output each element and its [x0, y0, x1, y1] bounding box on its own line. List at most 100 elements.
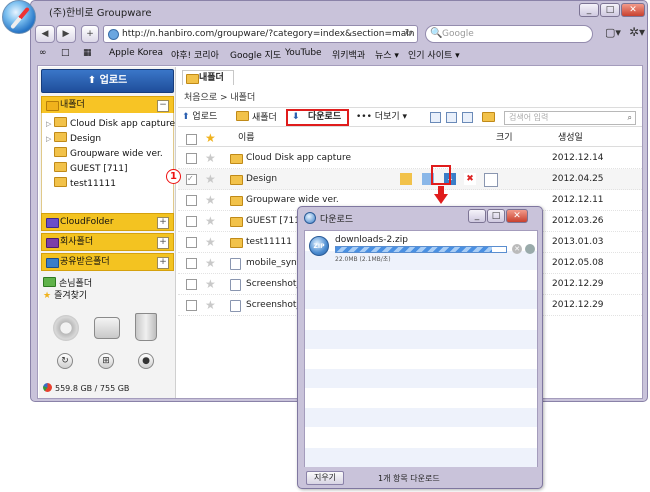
tree-item[interactable]: ▷ Design: [46, 132, 101, 146]
star-icon[interactable]: ★: [205, 295, 216, 315]
star-icon[interactable]: ★: [205, 129, 216, 147]
bookmark-youtube[interactable]: YouTube: [285, 48, 322, 58]
expand-icon[interactable]: +: [157, 217, 169, 229]
download-filename[interactable]: downloads-2.zip: [335, 235, 408, 245]
sidebar-shared-folder-header[interactable]: 공유받은폴더 +: [41, 253, 174, 271]
apple-icon[interactable]: ●: [138, 353, 154, 369]
row-name[interactable]: test11111: [246, 232, 292, 252]
minimize-button[interactable]: _: [468, 209, 486, 223]
star-icon[interactable]: ★: [205, 148, 216, 168]
view-thumbnail-icon[interactable]: [462, 112, 473, 123]
column-date[interactable]: 생성일: [558, 129, 583, 147]
bookmark-yahoo-korea[interactable]: 야후! 코리아: [171, 48, 219, 61]
star-icon: ★: [43, 291, 52, 301]
expand-icon[interactable]: +: [157, 237, 169, 249]
select-all-checkbox[interactable]: [186, 134, 197, 145]
gear-icon[interactable]: ✲▾: [629, 25, 645, 39]
forward-button[interactable]: ▶: [56, 25, 76, 43]
windows-icon[interactable]: ⊞: [98, 353, 114, 369]
collapse-icon[interactable]: −: [157, 100, 169, 112]
row-checkbox[interactable]: ✓: [186, 174, 197, 185]
row-name[interactable]: Cloud Disk app capture: [246, 148, 351, 168]
maximize-button[interactable]: □: [487, 209, 505, 223]
bookmark-popular-sites[interactable]: 인기 사이트 ▾: [408, 48, 460, 61]
row-checkbox[interactable]: [186, 237, 197, 248]
table-row[interactable]: ★ Cloud Disk app capture 2012.12.14: [178, 148, 642, 169]
upload-button[interactable]: ⬆ 업로드: [41, 69, 174, 93]
book-icon[interactable]: □: [61, 48, 70, 58]
row-name[interactable]: Screenshot_: [246, 274, 301, 294]
toolbar-upload-button[interactable]: ⬆ 업로드: [182, 111, 217, 124]
sidebar-company-folder-header[interactable]: 회사폴더 +: [41, 233, 174, 251]
star-icon[interactable]: ★: [205, 190, 216, 210]
bookmark-news[interactable]: 뉴스 ▾: [375, 48, 399, 61]
sidebar-favorites[interactable]: ★ 즐겨찾기: [43, 290, 87, 303]
download-button[interactable]: ⬇ 다운로드: [286, 109, 350, 126]
search-icon[interactable]: ⌕: [628, 112, 632, 124]
row-checkbox[interactable]: [186, 300, 197, 311]
row-name[interactable]: Screenshot_: [246, 295, 301, 315]
minimize-button[interactable]: _: [579, 3, 599, 17]
row-checkbox[interactable]: [186, 153, 197, 164]
new-folder-button[interactable]: 새폴더: [236, 111, 277, 125]
tab-my-folder[interactable]: 내폴더: [182, 70, 234, 85]
expand-icon[interactable]: +: [157, 257, 169, 269]
sync-window-icon[interactable]: [94, 317, 120, 339]
row-checkbox[interactable]: [186, 279, 197, 290]
stop-icon[interactable]: ✕: [512, 244, 522, 254]
back-button[interactable]: ◀: [35, 25, 55, 43]
tree-item[interactable]: Groupware wide ver.: [46, 147, 163, 161]
expand-arrow-icon[interactable]: ▷: [46, 132, 54, 146]
column-name[interactable]: 이름: [238, 129, 255, 147]
trash-icon[interactable]: [135, 313, 157, 341]
reading-glasses-icon[interactable]: ∞: [39, 48, 47, 58]
file-icon: [230, 279, 241, 291]
page-menu-icon[interactable]: ▢▾: [605, 26, 621, 39]
grid-icon[interactable]: ▦: [83, 48, 92, 58]
tree-item[interactable]: ▷ Cloud Disk app capture: [46, 117, 175, 131]
sync-client-icon[interactable]: ↻: [57, 353, 73, 369]
clear-button[interactable]: 지우기: [306, 471, 344, 485]
row-name[interactable]: Design: [246, 169, 277, 189]
settings-gear-icon[interactable]: [53, 315, 79, 341]
safari-icon: [304, 212, 316, 224]
tree-item[interactable]: test11111: [46, 177, 116, 191]
star-icon[interactable]: ★: [205, 169, 216, 189]
delete-icon[interactable]: ✖: [464, 173, 476, 185]
folder-menu-icon[interactable]: [482, 112, 500, 126]
sidebar-my-folder-header[interactable]: 내폴더 −: [41, 96, 174, 114]
bookmark-wikipedia[interactable]: 위키백과: [332, 48, 365, 61]
column-size[interactable]: 크기: [496, 129, 513, 147]
star-icon[interactable]: ★: [205, 274, 216, 294]
bookmark-google-maps[interactable]: Google 지도: [230, 48, 281, 61]
row-name[interactable]: mobile_sync: [246, 253, 302, 273]
properties-icon[interactable]: [484, 173, 498, 187]
close-button[interactable]: ✕: [621, 3, 645, 17]
breadcrumb[interactable]: 처음으로 > 내폴더: [184, 90, 255, 103]
row-checkbox[interactable]: [186, 258, 197, 269]
search-input[interactable]: 🔍 Google: [425, 25, 593, 43]
maximize-button[interactable]: □: [600, 3, 620, 17]
close-button[interactable]: ✕: [506, 209, 528, 223]
reload-icon[interactable]: ↻: [405, 26, 413, 42]
add-bookmark-button[interactable]: +: [81, 25, 99, 43]
expand-arrow-icon[interactable]: ▷: [46, 117, 54, 131]
star-icon[interactable]: ★: [205, 211, 216, 231]
address-bar[interactable]: http://n.hanbiro.com/groupware/?category…: [103, 25, 418, 43]
row-checkbox[interactable]: [186, 216, 197, 227]
sidebar-guest-folder[interactable]: 손님폴더: [43, 277, 92, 291]
row-checkbox[interactable]: [186, 195, 197, 206]
reveal-icon[interactable]: [525, 244, 535, 254]
tree-item[interactable]: GUEST [711]: [46, 162, 128, 176]
more-menu[interactable]: ••• 더보기 ▾: [356, 111, 407, 124]
table-row[interactable]: ✓ ★ Design 2012.04.25 ⬇ ✖: [178, 169, 642, 190]
bookmark-apple-korea[interactable]: Apple Korea: [109, 48, 163, 58]
view-list-icon[interactable]: [446, 112, 457, 123]
file-search-input[interactable]: 검색어 입력 ⌕: [504, 111, 636, 125]
star-icon[interactable]: ★: [205, 253, 216, 273]
sidebar-cloudfolder-header[interactable]: CloudFolder +: [41, 213, 174, 231]
open-folder-icon[interactable]: [400, 173, 412, 185]
view-detail-icon[interactable]: [430, 112, 441, 123]
row-name[interactable]: GUEST [711]: [246, 211, 304, 231]
star-icon[interactable]: ★: [205, 232, 216, 252]
